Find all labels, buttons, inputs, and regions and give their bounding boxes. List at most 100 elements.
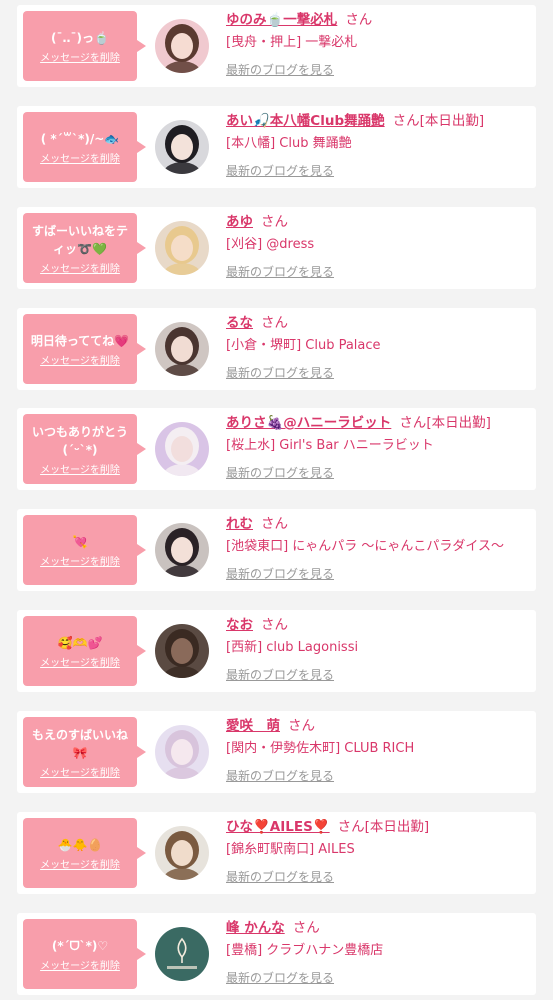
avatar-photo-icon xyxy=(155,725,209,779)
sender-info: 愛咲 萌さん [関内・伊勢佐木町] CLUB RICH 最新のブログを見る xyxy=(226,715,532,784)
sender-name-line: 愛咲 萌さん xyxy=(226,715,532,737)
latest-blog-link[interactable]: 最新のブログを見る xyxy=(226,365,334,381)
avatar-photo-icon xyxy=(155,19,209,73)
sender-name-line: 峰 かんな さん xyxy=(226,917,532,939)
sender-name-line: るな さん xyxy=(226,312,532,334)
message-bubble: 明日待っててね💗 メッセージを削除 xyxy=(23,314,146,384)
sender-name-line: なお さん xyxy=(226,614,532,636)
avatar[interactable] xyxy=(155,322,209,376)
delete-message-link[interactable]: メッセージを削除 xyxy=(40,764,120,779)
shop-name: [西新] club Lagonissi xyxy=(226,640,359,655)
avatar[interactable] xyxy=(155,624,209,678)
avatar-photo-icon xyxy=(155,120,209,174)
delete-message-link[interactable]: メッセージを削除 xyxy=(40,856,120,871)
delete-message-link[interactable]: メッセージを削除 xyxy=(40,352,120,367)
message-card: いつもありがとう(´ᵕ`*) メッセージを削除 ありさ🍇@ハニーラビット さん[本… xyxy=(17,408,536,490)
message-card: 明日待っててね💗 メッセージを削除 るな さん [小倉・堺町] Club Pala… xyxy=(17,308,536,390)
shop-name: [豊橋] クラブハナン豊橋店 xyxy=(226,943,384,958)
sender-info: るな さん [小倉・堺町] Club Palace 最新のブログを見る xyxy=(226,312,532,381)
sender-name-link[interactable]: なお xyxy=(226,617,253,633)
latest-blog-link[interactable]: 最新のブログを見る xyxy=(226,566,334,582)
latest-blog-link[interactable]: 最新のブログを見る xyxy=(226,62,334,78)
message-bubble: 🥰🫶💕 メッセージを削除 xyxy=(23,616,146,686)
honorific: さん xyxy=(261,315,288,331)
latest-blog-link[interactable]: 最新のブログを見る xyxy=(226,970,334,986)
sender-name-link[interactable]: あい🎣本八幡Club舞踊艶 xyxy=(226,113,385,129)
avatar[interactable] xyxy=(155,422,209,476)
delete-message-link[interactable]: メッセージを削除 xyxy=(40,260,120,275)
avatar[interactable] xyxy=(155,725,209,779)
latest-blog-link[interactable]: 最新のブログを見る xyxy=(226,869,334,885)
sender-name-link[interactable]: あゆ xyxy=(226,214,253,230)
delete-message-link[interactable]: メッセージを削除 xyxy=(40,553,120,568)
message-text: いつもありがとう(´ᵕ`*) xyxy=(31,424,128,457)
honorific: さん xyxy=(292,920,320,936)
shop-name: [本八幡] Club 舞踊艶 xyxy=(226,136,352,151)
latest-blog-link[interactable]: 最新のブログを見る xyxy=(226,768,334,784)
message-bubble: すばーいいねをティッ➰💚 メッセージを削除 xyxy=(23,213,146,283)
honorific: さん xyxy=(392,113,420,129)
avatar-photo-icon xyxy=(155,523,209,577)
sender-name-link[interactable]: ありさ🍇@ハニーラビット xyxy=(226,415,391,431)
sender-info: なお さん [西新] club Lagonissi 最新のブログを見る xyxy=(226,614,532,683)
shop-name: [曳舟・押上] 一撃必札 xyxy=(226,35,358,50)
message-card: ( *´꒳`*)/~🐟 メッセージを削除 あい🎣本八幡Club舞踊艶 さん[本日出… xyxy=(17,106,536,188)
club-logo-icon xyxy=(155,927,209,981)
sender-name-link[interactable]: 峰 かんな xyxy=(226,920,285,936)
avatar-photo-icon xyxy=(155,826,209,880)
honorific: さん xyxy=(288,718,315,734)
sender-name-line: ありさ🍇@ハニーラビット さん[本日出勤] xyxy=(226,412,532,434)
avatar[interactable] xyxy=(155,19,209,73)
sender-name-link[interactable]: るな xyxy=(226,315,253,331)
message-bubble: もえのすばいいね🎀 メッセージを削除 xyxy=(23,717,146,787)
message-card: 🥰🫶💕 メッセージを削除 なお さん [西新] club Lagonissi 最新… xyxy=(17,610,536,692)
honorific: さん xyxy=(337,819,365,835)
sender-info: あゆ さん [刈谷] @dress 最新のブログを見る xyxy=(226,211,532,280)
sender-name-line: ひな❣️AILES❣️ さん[本日出勤] xyxy=(226,816,532,838)
latest-blog-link[interactable]: 最新のブログを見る xyxy=(226,667,334,683)
avatar[interactable] xyxy=(155,120,209,174)
sender-name-link[interactable]: ゆのみ🍵一撃必札 xyxy=(226,12,337,28)
message-list: (¯‥¯)っ🍵 メッセージを削除 ゆのみ🍵一撃必札 さん [曳舟・押上] 一撃必札… xyxy=(0,0,553,1000)
sender-info: ありさ🍇@ハニーラビット さん[本日出勤] [桜上水] Girl's Bar ハニ… xyxy=(226,412,532,481)
latest-blog-link[interactable]: 最新のブログを見る xyxy=(226,163,334,179)
avatar[interactable] xyxy=(155,826,209,880)
shop-name: [池袋東口] にゃんパラ 〜にゃんこパラダイス〜 xyxy=(226,539,505,554)
delete-message-link[interactable]: メッセージを削除 xyxy=(40,957,120,972)
message-card: すばーいいねをティッ➰💚 メッセージを削除 あゆ さん [刈谷] @dress 最… xyxy=(17,207,536,289)
message-text: 💘 xyxy=(72,534,88,549)
avatar[interactable] xyxy=(155,523,209,577)
honorific: さん xyxy=(345,12,373,28)
message-bubble: いつもありがとう(´ᵕ`*) メッセージを削除 xyxy=(23,414,146,484)
delete-message-link[interactable]: メッセージを削除 xyxy=(40,49,120,64)
message-bubble: ( *´꒳`*)/~🐟 メッセージを削除 xyxy=(23,112,146,182)
attendance-status: [本日出勤] xyxy=(419,113,485,129)
honorific: さん xyxy=(399,415,427,431)
sender-name-link[interactable]: ひな❣️AILES❣️ xyxy=(226,819,330,835)
message-text: (*ˊᗜˋ*)♡ xyxy=(51,938,109,953)
sender-name-link[interactable]: れむ xyxy=(226,516,253,532)
shop-name: [錦糸町駅南口] AILES xyxy=(226,842,355,857)
delete-message-link[interactable]: メッセージを削除 xyxy=(40,654,120,669)
message-bubble: (¯‥¯)っ🍵 メッセージを削除 xyxy=(23,11,146,81)
sender-name-line: ゆのみ🍵一撃必札 さん xyxy=(226,9,532,31)
avatar-photo-icon xyxy=(155,624,209,678)
sender-info: 峰 かんな さん [豊橋] クラブハナン豊橋店 最新のブログを見る xyxy=(226,917,532,986)
message-card: (*ˊᗜˋ*)♡ メッセージを削除 峰 かんな さん [豊橋] クラブハナン豊橋店… xyxy=(17,913,536,995)
attendance-status: [本日出勤] xyxy=(364,819,430,835)
avatar[interactable] xyxy=(155,927,209,981)
latest-blog-link[interactable]: 最新のブログを見る xyxy=(226,264,334,280)
delete-message-link[interactable]: メッセージを削除 xyxy=(40,461,120,476)
sender-info: ひな❣️AILES❣️ さん[本日出勤] [錦糸町駅南口] AILES 最新のブロ… xyxy=(226,816,532,885)
message-text: 🥰🫶💕 xyxy=(57,635,103,650)
avatar[interactable] xyxy=(155,221,209,275)
delete-message-link[interactable]: メッセージを削除 xyxy=(40,150,120,165)
latest-blog-link[interactable]: 最新のブログを見る xyxy=(226,465,334,481)
honorific: さん xyxy=(261,214,288,230)
honorific: さん xyxy=(261,516,288,532)
attendance-status: [本日出勤] xyxy=(426,415,491,431)
message-bubble: 🐣🐥🥚 メッセージを削除 xyxy=(23,818,146,888)
sender-name-link[interactable]: 愛咲 萌 xyxy=(226,718,280,734)
sender-info: ゆのみ🍵一撃必札 さん [曳舟・押上] 一撃必札 最新のブログを見る xyxy=(226,9,532,78)
message-bubble: 💘 メッセージを削除 xyxy=(23,515,146,585)
